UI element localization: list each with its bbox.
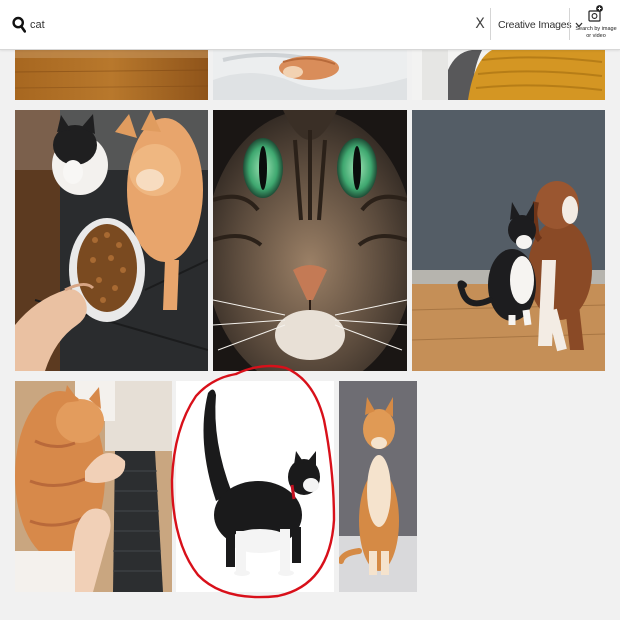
clear-search-button[interactable]: X xyxy=(472,15,488,33)
search-bar: X Creative Images Search by image or vid… xyxy=(0,0,620,50)
wooden-floor-image xyxy=(15,50,208,100)
result-image[interactable] xyxy=(15,110,208,371)
orange-cat-sitting-image xyxy=(339,381,417,592)
cat-on-bedsheet-image xyxy=(213,50,407,100)
result-image[interactable] xyxy=(213,50,407,100)
result-image[interactable] xyxy=(15,50,208,100)
result-image[interactable] xyxy=(176,381,334,592)
result-image[interactable] xyxy=(339,381,417,592)
black-white-cat-image xyxy=(176,381,334,592)
cat-keyboard-image xyxy=(15,381,172,592)
divider xyxy=(569,8,570,40)
search-by-image-label: Search by image or video xyxy=(575,26,617,39)
page: X Creative Images Search by image or vid… xyxy=(0,0,620,620)
image-type-label: Creative Images xyxy=(498,19,572,31)
result-image[interactable] xyxy=(15,381,172,592)
cat-sweater-image xyxy=(412,50,605,100)
result-image[interactable] xyxy=(213,110,407,371)
result-image[interactable] xyxy=(412,50,605,100)
search-input[interactable] xyxy=(30,14,430,36)
tabby-face-image xyxy=(213,110,407,371)
cats-eating-image xyxy=(15,110,208,371)
camera-search-icon xyxy=(588,5,603,22)
search-by-image-button[interactable]: Search by image or video xyxy=(574,2,618,48)
divider xyxy=(490,8,491,40)
image-type-dropdown[interactable]: Creative Images xyxy=(498,15,583,35)
result-image[interactable] xyxy=(412,110,605,371)
search-icon[interactable] xyxy=(12,16,27,33)
cat-and-dog-image xyxy=(412,110,605,371)
